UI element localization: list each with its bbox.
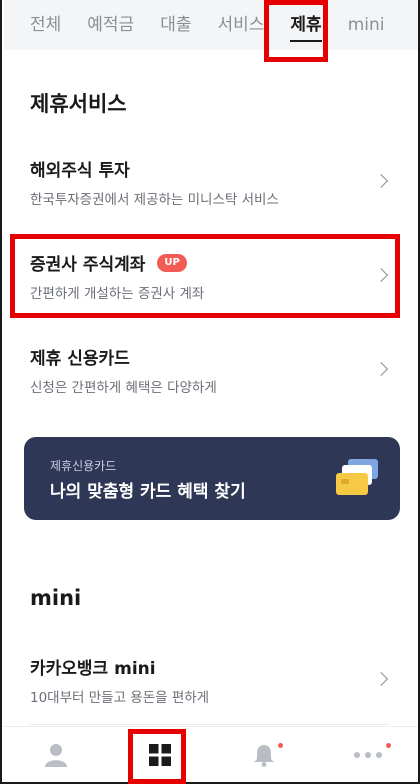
menu-item-title: 카카오뱅크 mini: [30, 659, 156, 679]
nav-notifications[interactable]: [234, 727, 294, 782]
bottom-navigation: [4, 726, 418, 782]
more-icon: [354, 752, 382, 758]
section-title-mini: mini: [30, 586, 82, 610]
tab-services[interactable]: 서비스: [217, 0, 264, 50]
notification-dot: [386, 743, 391, 748]
nav-menu[interactable]: [130, 727, 190, 782]
chevron-right-icon: [373, 361, 389, 377]
up-badge: UP: [157, 253, 187, 272]
person-icon: [45, 744, 67, 767]
menu-item-subtitle: 한국투자증권에서 제공하는 미니스탁 서비스: [30, 192, 279, 208]
nav-profile[interactable]: [26, 727, 86, 782]
tab-savings[interactable]: 예적금: [87, 0, 134, 50]
menu-item-title: 제휴 신용카드: [30, 349, 130, 369]
card-benefit-banner[interactable]: 제휴신용카드 나의 맞춤형 카드 혜택 찾기: [24, 437, 400, 520]
menu-item-title: 해외주식 투자: [30, 161, 130, 181]
nav-more[interactable]: [338, 727, 398, 782]
menu-item-subtitle: 10대부터 만들고 용돈을 편하게: [30, 690, 210, 706]
category-tabbar: 전체 예적금 대출 서비스 제휴 mini: [4, 0, 418, 50]
menu-item-overseas-stock[interactable]: 해외주식 투자 한국투자증권에서 제공하는 미니스탁 서비스: [4, 144, 418, 230]
grid-icon: [149, 744, 171, 766]
tab-loans[interactable]: 대출: [160, 0, 191, 50]
tab-partnership-label: 제휴: [290, 15, 322, 35]
menu-item-subtitle: 간편하게 개설하는 증권사 계좌: [30, 286, 205, 302]
chevron-right-icon: [373, 173, 389, 189]
banner-title: 나의 맞춤형 카드 혜택 찾기: [50, 482, 246, 502]
menu-item-brokerage-account[interactable]: 증권사 주식계좌 UP 간편하게 개설하는 증권사 계좌: [4, 238, 418, 324]
section-title-partner: 제휴서비스: [30, 92, 127, 116]
menu-item-subtitle: 신청은 간편하게 혜택은 다양하게: [30, 380, 217, 396]
menu-item-credit-card[interactable]: 제휴 신용카드 신청은 간편하게 혜택은 다양하게: [4, 332, 418, 418]
app-screen: 전체 예적금 대출 서비스 제휴 mini 제휴서비스 해외주식 투자 한국투자…: [0, 0, 420, 784]
divider: [30, 724, 390, 725]
chevron-right-icon: [373, 671, 389, 687]
tab-partnership[interactable]: 제휴: [290, 0, 322, 50]
notification-dot: [278, 743, 283, 748]
tab-all[interactable]: 전체: [30, 0, 61, 50]
banner-caption: 제휴신용카드: [50, 459, 117, 473]
active-tab-indicator: [290, 40, 322, 42]
chevron-right-icon: [373, 267, 389, 283]
bell-icon: [254, 745, 274, 767]
menu-item-kakaobank-mini[interactable]: 카카오뱅크 mini 10대부터 만들고 용돈을 편하게: [4, 642, 418, 728]
menu-item-title-wrap: 증권사 주식계좌 UP: [30, 250, 187, 275]
menu-item-title: 증권사 주식계좌: [30, 255, 146, 275]
credit-cards-icon: [336, 459, 378, 495]
tab-mini[interactable]: mini: [348, 0, 385, 50]
